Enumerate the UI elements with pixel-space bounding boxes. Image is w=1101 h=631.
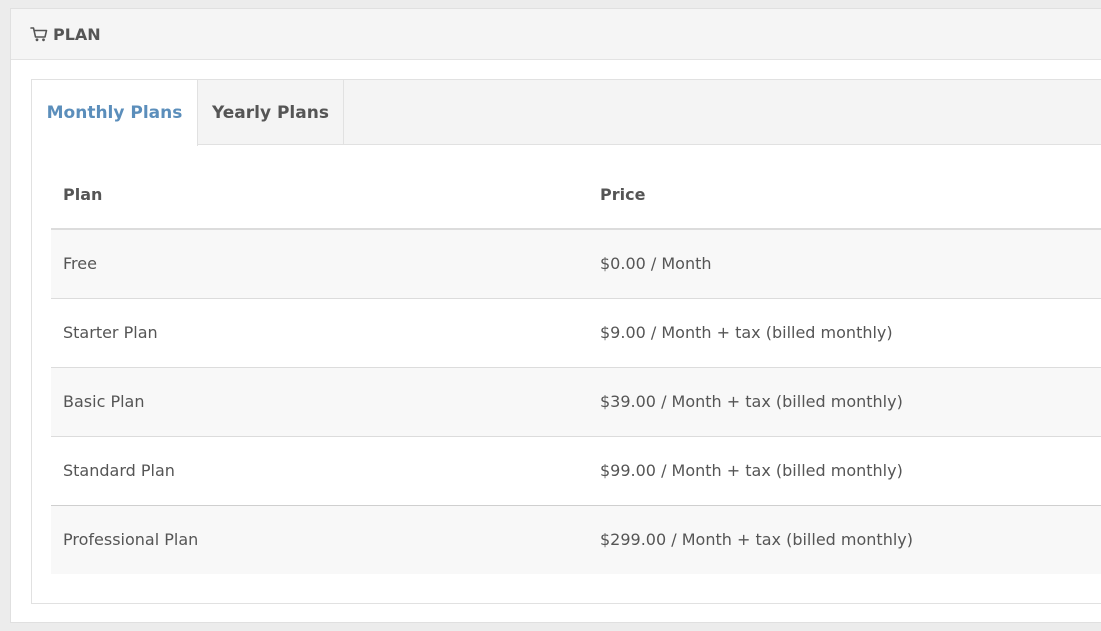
tab-monthly-plans[interactable]: Monthly Plans: [32, 80, 198, 146]
plan-name: Starter Plan: [51, 297, 588, 367]
table-row: Basic Plan $39.00 / Month + tax (billed …: [51, 366, 1101, 436]
plan-panel: PLAN Monthly Plans Yearly Plans Plan Pri…: [10, 8, 1101, 623]
plan-name: Standard Plan: [51, 435, 588, 506]
plans-table: Plan Price Free $0.00 / Month Starter Pl…: [51, 160, 1101, 574]
table-row: Standard Plan $99.00 / Month + tax (bill…: [51, 435, 1101, 506]
plan-name: Basic Plan: [51, 366, 588, 436]
plan-price: $99.00 / Month + tax (billed monthly): [588, 435, 1101, 506]
table-header-row: Plan Price: [51, 160, 1101, 230]
plan-price: $9.00 / Month + tax (billed monthly): [588, 297, 1101, 367]
panel-title: PLAN: [53, 24, 101, 44]
column-header-plan: Plan: [51, 160, 588, 230]
plan-price: $299.00 / Month + tax (billed monthly): [588, 504, 1101, 574]
panel-header: PLAN: [11, 9, 1101, 60]
column-header-price: Price: [588, 160, 1101, 230]
plan-price: $0.00 / Month: [588, 229, 1101, 298]
tab-bar: Monthly Plans Yearly Plans: [32, 80, 1101, 146]
cart-icon: [30, 26, 48, 42]
plan-name: Professional Plan: [51, 504, 588, 574]
table-row: Free $0.00 / Month: [51, 229, 1101, 298]
table-row: Starter Plan $9.00 / Month + tax (billed…: [51, 297, 1101, 367]
table-row: Professional Plan $299.00 / Month + tax …: [51, 504, 1101, 574]
tab-yearly-plans[interactable]: Yearly Plans: [198, 80, 344, 145]
plan-tabs: Monthly Plans Yearly Plans Plan Price Fr…: [31, 79, 1101, 604]
plan-price: $39.00 / Month + tax (billed monthly): [588, 366, 1101, 436]
plan-name: Free: [51, 229, 588, 298]
